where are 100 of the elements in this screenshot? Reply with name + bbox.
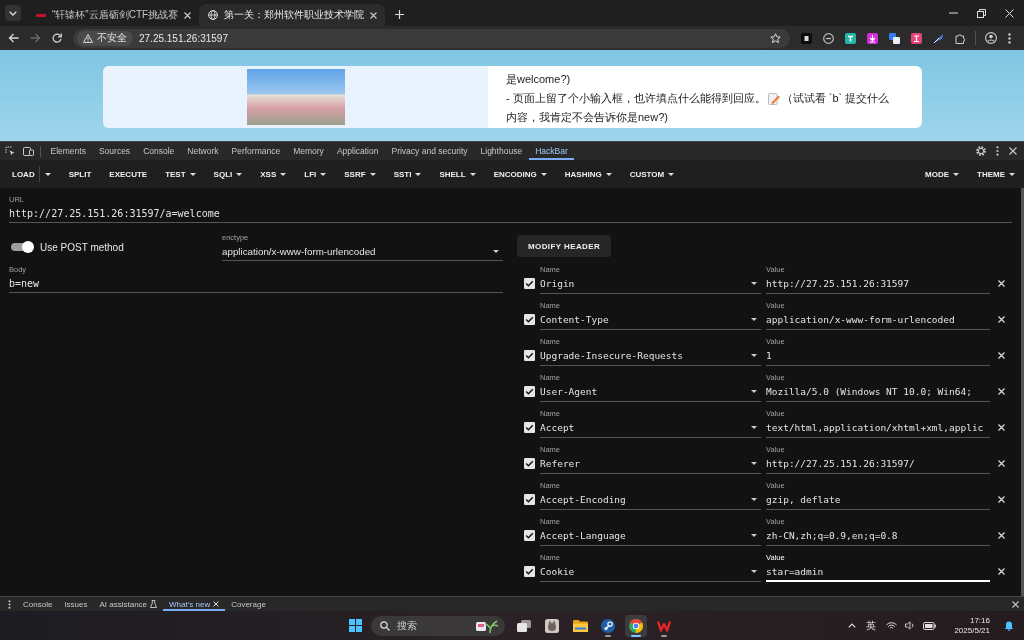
- remove-icon[interactable]: [998, 424, 1005, 431]
- devtools-tab[interactable]: Elements: [44, 142, 93, 160]
- taskbar-search-field[interactable]: 搜索: [371, 615, 505, 636]
- header-name-select[interactable]: Accept-Language: [540, 526, 761, 546]
- remove-icon[interactable]: [998, 496, 1005, 503]
- address-bar[interactable]: 不安全 27.25.151.26:31597: [73, 28, 790, 48]
- inspect-icon[interactable]: [5, 146, 15, 156]
- devtools-tab[interactable]: Memory: [286, 142, 331, 160]
- back-icon[interactable]: [8, 33, 19, 43]
- close-icon[interactable]: [370, 11, 378, 19]
- menu-button[interactable]: LFI: [295, 160, 336, 188]
- settings-icon[interactable]: [976, 146, 986, 156]
- menu-icon[interactable]: [1008, 32, 1011, 44]
- browser-tab[interactable]: “轩辕杯”云盾砺剑CTF挑战赛: [27, 4, 200, 26]
- menu-button[interactable]: XSS: [251, 160, 296, 188]
- devtools-tab[interactable]: Application: [330, 142, 385, 160]
- checkbox[interactable]: [524, 314, 535, 325]
- puzzle-icon[interactable]: [955, 32, 966, 44]
- remove-icon[interactable]: [998, 388, 1005, 395]
- remove-icon[interactable]: [998, 316, 1005, 323]
- header-value-field[interactable]: Mozilla/5.0 (Windows NT 10.0; Win64;: [766, 382, 990, 402]
- extension-icon[interactable]: [933, 32, 944, 44]
- checkbox[interactable]: [524, 566, 535, 577]
- header-name-select[interactable]: Origin: [540, 274, 761, 294]
- scrollbar[interactable]: [1021, 188, 1024, 596]
- menu-button[interactable]: MODE: [916, 160, 968, 188]
- clock-date[interactable]: 2025/5/21: [954, 625, 990, 636]
- drawer-tab[interactable]: Coverage: [225, 597, 272, 611]
- extension-icon[interactable]: [801, 32, 812, 44]
- devtools-tab[interactable]: Sources: [92, 142, 137, 160]
- drawer-tab[interactable]: Issues: [58, 597, 94, 611]
- menu-button[interactable]: SQLI: [204, 160, 252, 188]
- more-icon[interactable]: [8, 599, 11, 609]
- body-field[interactable]: b=new: [9, 274, 503, 293]
- drawer-tab[interactable]: AI assistance: [93, 597, 164, 611]
- header-name-select[interactable]: Cookie: [540, 562, 761, 582]
- close-icon[interactable]: [213, 601, 220, 607]
- menu-button[interactable]: EXECUTE: [100, 160, 157, 188]
- extension-icon[interactable]: [845, 32, 856, 44]
- profile-icon[interactable]: [985, 32, 997, 44]
- close-icon[interactable]: [1012, 600, 1019, 608]
- menu-button[interactable]: TEST: [156, 160, 205, 188]
- extension-icon[interactable]: [911, 32, 922, 44]
- header-value-field[interactable]: application/x-www-form-urlencoded: [766, 310, 990, 330]
- new-tab-icon[interactable]: [395, 10, 405, 19]
- checkbox[interactable]: [524, 278, 535, 289]
- extension-icon[interactable]: [867, 32, 878, 44]
- remove-icon[interactable]: [998, 352, 1005, 359]
- header-value-field[interactable]: gzip, deflate: [766, 490, 990, 510]
- post-toggle[interactable]: [10, 241, 34, 253]
- extension-icon[interactable]: [823, 32, 834, 44]
- header-name-select[interactable]: Accept-Encoding: [540, 490, 761, 510]
- devtools-tab[interactable]: Lighthouse: [474, 142, 529, 160]
- menu-button[interactable]: SHELL: [430, 160, 485, 188]
- checkbox[interactable]: [524, 494, 535, 505]
- header-value-field[interactable]: text/html,application/xhtml+xml,applic: [766, 418, 990, 438]
- drawer-tab[interactable]: Console: [17, 597, 59, 611]
- header-name-select[interactable]: Accept: [540, 418, 761, 438]
- menu-button[interactable]: HASHING: [555, 160, 621, 188]
- menu-button[interactable]: THEME: [968, 160, 1024, 188]
- clock-time[interactable]: 17:16: [969, 615, 990, 626]
- menu-button[interactable]: LOAD: [3, 160, 39, 188]
- security-chip[interactable]: 不安全: [77, 30, 133, 46]
- volume-icon[interactable]: [905, 621, 916, 630]
- checkbox[interactable]: [524, 422, 535, 433]
- close-icon[interactable]: [1009, 147, 1017, 155]
- modify-header-button[interactable]: MODIFY HEADER: [517, 235, 612, 257]
- notification-icon[interactable]: [1004, 620, 1014, 631]
- taskbar-app-button[interactable]: [625, 614, 647, 637]
- header-value-field[interactable]: 1: [766, 346, 990, 366]
- remove-icon[interactable]: [998, 568, 1005, 575]
- devtools-tab[interactable]: Performance: [225, 142, 287, 160]
- remove-icon[interactable]: [998, 280, 1005, 287]
- close-icon[interactable]: [184, 11, 192, 19]
- header-value-field[interactable]: star=admin: [766, 562, 990, 582]
- checkbox[interactable]: [524, 386, 535, 397]
- devtools-tab[interactable]: Console: [136, 142, 181, 160]
- menu-button[interactable]: SSTI: [384, 160, 431, 188]
- reload-icon[interactable]: [52, 33, 62, 43]
- header-value-field[interactable]: http://27.25.151.26:31597/: [766, 454, 990, 474]
- restore-icon[interactable]: [977, 8, 986, 18]
- tab-list-button[interactable]: [5, 5, 21, 21]
- star-icon[interactable]: [770, 32, 781, 44]
- close-icon[interactable]: [1005, 8, 1014, 18]
- checkbox[interactable]: [524, 530, 535, 541]
- input-language-indicator[interactable]: 英: [866, 618, 877, 633]
- extension-icon[interactable]: [889, 32, 900, 44]
- menu-button[interactable]: SSRF: [335, 160, 385, 188]
- battery-icon[interactable]: [923, 621, 937, 630]
- checkbox[interactable]: [524, 458, 535, 469]
- header-value-field[interactable]: zh-CN,zh;q=0.9,en;q=0.8: [766, 526, 990, 546]
- start-icon[interactable]: [349, 619, 362, 632]
- header-value-field[interactable]: http://27.25.151.26:31597: [766, 274, 990, 294]
- enctype-select[interactable]: application/x-www-form-urlencoded: [222, 242, 503, 261]
- device-icon[interactable]: [23, 146, 34, 156]
- remove-icon[interactable]: [998, 460, 1005, 467]
- checkbox[interactable]: [524, 350, 535, 361]
- menu-button[interactable]: SPLIT: [59, 160, 101, 188]
- more-icon[interactable]: [996, 146, 999, 156]
- chevron-up-icon[interactable]: [848, 623, 857, 628]
